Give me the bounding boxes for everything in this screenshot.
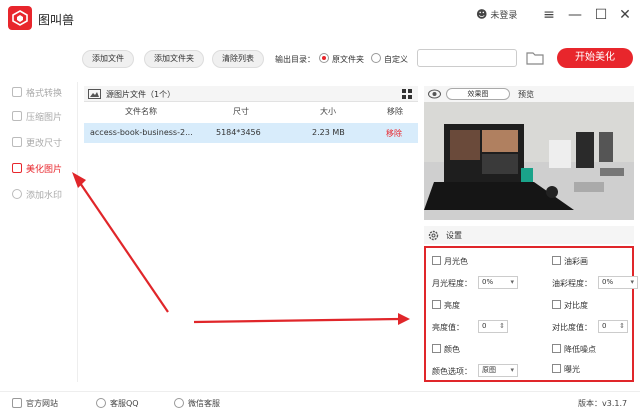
sidebar-item-beautify[interactable]: 美化图片 [12, 162, 62, 178]
file-list-panel: 源图片文件（1个） 文件名称 尺寸 大小 移除 access-book-busi… [84, 86, 418, 386]
color-option-select[interactable]: 原图 [478, 364, 518, 377]
file-size: 2.23 MB [312, 128, 345, 137]
format-icon [12, 87, 22, 97]
sidebar-item-label: 格式转换 [26, 89, 63, 99]
file-dimensions: 5184*3456 [216, 128, 261, 137]
official-site-label: 官方网站 [26, 399, 58, 408]
official-site-link[interactable]: 官方网站 [12, 398, 58, 409]
exposure-checkbox[interactable] [552, 364, 561, 373]
effect-select[interactable]: 效果图 [446, 88, 510, 100]
oil-level-label: 油彩程度： [552, 279, 592, 288]
contrast-value-label: 对比度值： [552, 323, 592, 332]
home-icon [12, 398, 22, 408]
custom-folder-label: 自定义 [384, 55, 408, 64]
file-list-title: 源图片文件（1个） [106, 90, 176, 99]
column-header-remove: 移除 [387, 107, 403, 116]
sidebar-item-resize[interactable]: 更改尺寸 [12, 136, 62, 152]
login-status[interactable]: ☻ 未登录 [476, 8, 517, 21]
settings-header: 设置 [424, 226, 634, 244]
settings-box: 月光色 油彩画 月光程度： 0% 油彩程度： 0% 亮度 对比度 亮度值： 0 … [424, 246, 638, 382]
file-name: access-book-business-2... [90, 128, 193, 137]
contrast-label: 对比度 [564, 301, 588, 310]
app-logo [8, 6, 32, 30]
custom-folder-radio[interactable] [371, 53, 381, 63]
contrast-value-stepper[interactable]: 0 [598, 320, 628, 333]
preview-image [424, 102, 634, 220]
source-folder-radio[interactable] [319, 53, 329, 63]
sidebar-item-label: 更改尺寸 [26, 139, 63, 149]
maximize-icon[interactable]: ☐ [592, 6, 610, 24]
moonlight-label: 月光色 [444, 257, 468, 266]
brightness-label: 亮度 [444, 301, 460, 310]
footer: 官方网站 客服QQ 微信客服 版本：v3.1.7 [0, 391, 640, 415]
resize-icon [12, 137, 22, 147]
clear-list-button[interactable]: 清除列表 [212, 50, 264, 68]
oil-painting-checkbox[interactable] [552, 256, 561, 265]
moonlight-checkbox[interactable] [432, 256, 441, 265]
settings-title: 设置 [446, 231, 462, 240]
brightness-value-label: 亮度值： [432, 323, 464, 332]
moon-level-label: 月光程度： [432, 279, 472, 288]
sidebar-item-label: 添加水印 [26, 191, 63, 201]
start-beautify-button[interactable]: 开始美化 [557, 48, 633, 68]
source-folder-label: 原文件夹 [332, 55, 364, 64]
sidebar-item-compress[interactable]: 压缩图片 [12, 110, 62, 126]
column-header-name: 文件名称 [125, 107, 157, 116]
brightness-checkbox[interactable] [432, 300, 441, 309]
sidebar-item-format[interactable]: 格式转换 [12, 86, 62, 102]
compress-icon [12, 111, 22, 121]
table-row[interactable]: access-book-business-2... 5184*3456 2.23… [84, 123, 418, 143]
preview-label: 预览 [518, 90, 534, 99]
preview-header: 效果图 预览 [424, 86, 634, 102]
menu-icon[interactable]: ≡ [540, 6, 558, 24]
login-label: 未登录 [490, 11, 518, 21]
settings-panel: 设置 月光色 油彩画 月光程度： 0% 油彩程度： 0% 亮度 对比度 亮度值：… [424, 226, 638, 382]
color-option-label: 颜色选项： [432, 367, 472, 376]
output-dir-label: 输出目录： [275, 55, 315, 64]
image-icon [88, 89, 101, 99]
column-header-size: 大小 [320, 107, 336, 116]
gear-icon [428, 230, 439, 241]
contrast-checkbox[interactable] [552, 300, 561, 309]
denoise-label: 降低噪点 [564, 345, 596, 354]
preview-panel: 效果图 预览 [424, 86, 634, 220]
color-label: 颜色 [444, 345, 460, 354]
watermark-icon [12, 189, 22, 199]
wechat-icon [174, 398, 184, 408]
remove-link[interactable]: 移除 [386, 128, 402, 139]
color-checkbox[interactable] [432, 344, 441, 353]
add-folder-button[interactable]: 添加文件夹 [144, 50, 204, 68]
moon-level-select[interactable]: 0% [478, 276, 518, 289]
oil-painting-label: 油彩画 [564, 257, 588, 266]
denoise-checkbox[interactable] [552, 344, 561, 353]
wechat-support-link[interactable]: 微信客服 [174, 398, 220, 409]
toolbar: 添加文件 添加文件夹 清除列表 输出目录： 原文件夹 自定义 开始美化 [82, 46, 640, 74]
eye-icon [428, 89, 441, 99]
close-icon[interactable]: ✕ [616, 6, 634, 24]
user-icon: ☻ [476, 8, 488, 21]
sidebar-item-label: 压缩图片 [26, 113, 63, 123]
file-list-header: 源图片文件（1个） [84, 86, 418, 102]
oil-level-select[interactable]: 0% [598, 276, 638, 289]
brightness-value-stepper[interactable]: 0 [478, 320, 508, 333]
add-file-button[interactable]: 添加文件 [82, 50, 134, 68]
qq-icon [96, 398, 106, 408]
version-label: 版本：v3.1.7 [578, 399, 628, 408]
title-bar: 图叫兽 ☻ 未登录 ≡ — ☐ ✕ [0, 0, 640, 38]
qq-support-link[interactable]: 客服QQ [96, 398, 139, 409]
sidebar: 格式转换 压缩图片 更改尺寸 美化图片 添加水印 [0, 82, 78, 382]
grid-view-icon[interactable] [402, 89, 412, 99]
exposure-label: 曝光 [564, 365, 580, 374]
wechat-support-label: 微信客服 [188, 399, 220, 408]
app-name: 图叫兽 [38, 13, 75, 27]
column-header-dimensions: 尺寸 [233, 107, 249, 116]
qq-support-label: 客服QQ [110, 399, 139, 408]
sidebar-item-watermark[interactable]: 添加水印 [12, 188, 62, 204]
folder-icon[interactable] [526, 51, 544, 65]
beautify-icon [12, 163, 22, 173]
output-path-input[interactable] [417, 49, 517, 67]
minimize-icon[interactable]: — [566, 6, 584, 24]
sidebar-item-label: 美化图片 [26, 165, 63, 175]
